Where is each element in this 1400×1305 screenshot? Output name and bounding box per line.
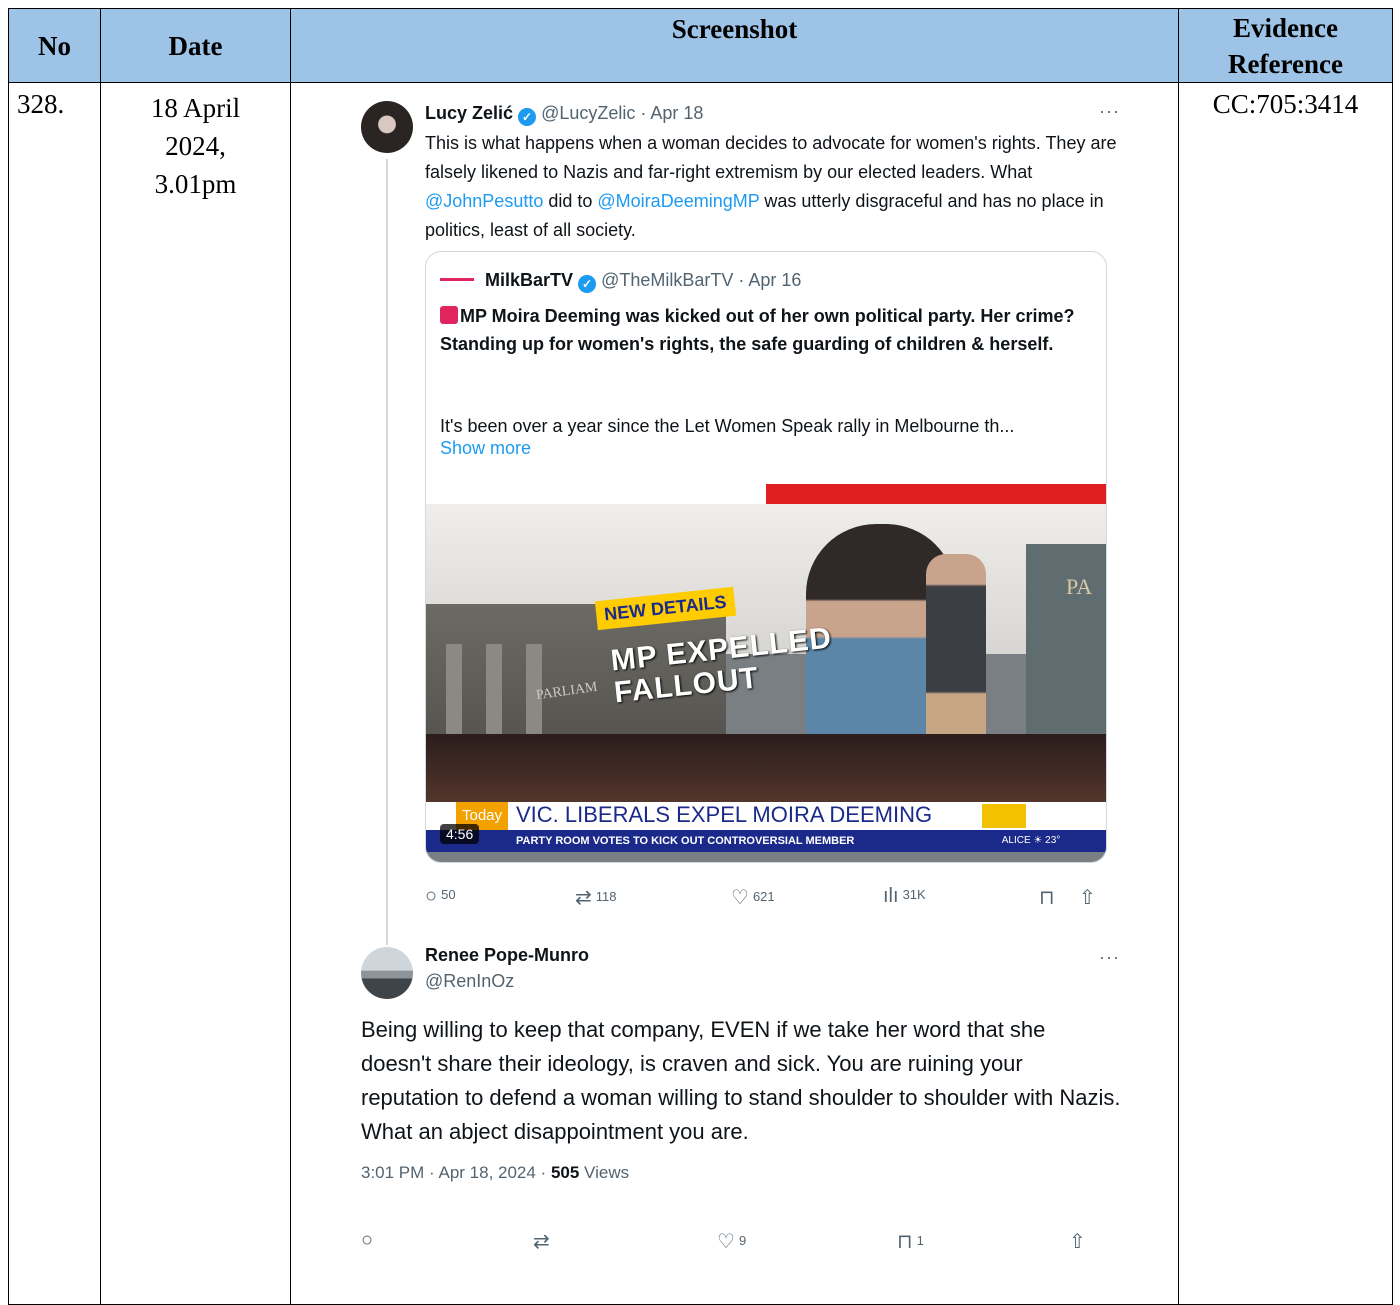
quote-body: It's been over a year since the Let Wome… bbox=[440, 416, 1015, 436]
date-line-1: 18 April bbox=[150, 93, 241, 123]
video-duration: 4:56 bbox=[440, 824, 480, 844]
quote-author-handle[interactable]: @TheMilkBarTV bbox=[601, 270, 733, 290]
tweet-header: Lucy Zelić ✓ @LucyZelic · Apr 18 bbox=[425, 103, 704, 126]
reply-view-count: 505 bbox=[550, 1163, 580, 1182]
header-date: Date bbox=[100, 8, 291, 83]
header-row: No Date Screenshot Evidence Reference bbox=[8, 8, 1393, 83]
bookmark-icon: ⊓ bbox=[1039, 887, 1055, 909]
reply-repost-button[interactable]: ⇄ bbox=[533, 1229, 554, 1254]
reply-author-handle[interactable]: @RenInOz bbox=[425, 971, 514, 992]
reply-like-button[interactable]: ♡ 9 bbox=[717, 1229, 746, 1254]
show-more-link[interactable]: Show more bbox=[440, 438, 531, 459]
news-headline: VIC. LIBERALS EXPEL MOIRA DEEMING bbox=[516, 802, 933, 827]
evidence-sheet: No Date Screenshot Evidence Reference 32… bbox=[8, 8, 1393, 1305]
reply-icon: ○ bbox=[425, 885, 438, 907]
tweet-text: This is what happens when a woman decide… bbox=[425, 133, 1117, 240]
nine-logo-icon bbox=[982, 804, 1026, 828]
quote-header: MilkBarTV ✓ @TheMilkBarTV · Apr 16 bbox=[440, 270, 801, 293]
heart-icon: ♡ bbox=[731, 887, 749, 909]
evidence-row: 328. 18 April 2024, 3.01pm Lucy Zelić ✓ … bbox=[8, 82, 1393, 1305]
share-button[interactable]: ⇧ bbox=[1079, 885, 1100, 910]
more-options-icon[interactable]: ··· bbox=[1099, 101, 1120, 122]
quoted-tweet[interactable]: MilkBarTV ✓ @TheMilkBarTV · Apr 16 MP Mo… bbox=[425, 251, 1107, 863]
evidence-reference: CC:705:3414 bbox=[1178, 82, 1393, 1305]
verified-badge-icon: ✓ bbox=[578, 275, 597, 293]
bookmark-button[interactable]: ⊓ bbox=[1039, 885, 1059, 910]
views-button[interactable]: ılı 31K bbox=[883, 885, 926, 908]
reply-share-button[interactable]: ⇧ bbox=[1069, 1229, 1090, 1254]
renee-avatar[interactable] bbox=[361, 947, 413, 999]
header-screenshot: Screenshot bbox=[290, 8, 1179, 83]
thread-line bbox=[386, 159, 388, 945]
lucy-avatar[interactable] bbox=[361, 101, 413, 153]
repost-icon: ⇄ bbox=[575, 887, 592, 909]
repost-button[interactable]: ⇄ 118 bbox=[575, 885, 617, 910]
heart-icon: ♡ bbox=[717, 1231, 735, 1253]
mention-john-pesutto[interactable]: @JohnPesutto bbox=[425, 191, 543, 211]
row-date: 18 April 2024, 3.01pm bbox=[100, 82, 291, 1305]
reply-meta: 3:01 PM · Apr 18, 2024 · 505 Views bbox=[361, 1163, 630, 1182]
siren-emoji-icon bbox=[440, 306, 458, 324]
quote-author-name[interactable]: MilkBarTV bbox=[485, 270, 573, 290]
share-icon: ⇧ bbox=[1069, 1231, 1086, 1253]
share-icon: ⇧ bbox=[1079, 887, 1096, 909]
date-line-3: 3.01pm bbox=[154, 169, 237, 199]
video-thumbnail[interactable]: PARLIAM PA NEW DETAILS MP EXPELLED FALLO… bbox=[426, 484, 1106, 862]
reply-timestamp[interactable]: 3:01 PM · Apr 18, 2024 · bbox=[361, 1163, 551, 1182]
tweet-screenshot: Lucy Zelić ✓ @LucyZelic · Apr 18 ··· Thi… bbox=[292, 84, 1178, 1304]
header-no: No bbox=[8, 8, 101, 83]
repost-icon: ⇄ bbox=[533, 1231, 550, 1253]
reply-author-name[interactable]: Renee Pope-Munro bbox=[425, 945, 589, 966]
reply-bookmark-button[interactable]: ⊓ 1 bbox=[897, 1229, 924, 1254]
bookmark-icon: ⊓ bbox=[897, 1231, 913, 1253]
verified-badge-icon: ✓ bbox=[518, 108, 537, 126]
tweet-author-handle[interactable]: @LucyZelic bbox=[541, 103, 635, 123]
like-button[interactable]: ♡ 621 bbox=[731, 885, 775, 910]
tweet-author-name[interactable]: Lucy Zelić bbox=[425, 103, 513, 123]
evidence-table: No Date Screenshot Evidence Reference 32… bbox=[8, 8, 1393, 1305]
mention-moira-deeming[interactable]: @MoiraDeemingMP bbox=[597, 191, 759, 211]
quote-date: Apr 16 bbox=[748, 270, 802, 290]
header-evidence-reference: Evidence Reference bbox=[1178, 8, 1393, 83]
reply-text: Being willing to keep that company, EVEN… bbox=[361, 1017, 1121, 1144]
row-number: 328. bbox=[8, 82, 101, 1305]
reply-more-options-icon[interactable]: ··· bbox=[1099, 947, 1120, 968]
reply-reply-button[interactable]: ○ bbox=[361, 1229, 377, 1252]
screenshot-cell: Lucy Zelić ✓ @LucyZelic · Apr 18 ··· Thi… bbox=[290, 82, 1179, 1305]
views-icon: ılı bbox=[883, 885, 899, 907]
tweet-date[interactable]: Apr 18 bbox=[650, 103, 703, 123]
quote-bold-text: MP Moira Deeming was kicked out of her o… bbox=[440, 306, 1075, 354]
date-line-2: 2024, bbox=[165, 131, 226, 161]
wall-text: PA bbox=[1066, 574, 1093, 599]
reply-icon: ○ bbox=[361, 1229, 374, 1251]
weather-label: ALICE ☀ 23° bbox=[981, 830, 1081, 852]
milkbar-logo-icon bbox=[440, 278, 474, 281]
reply-button[interactable]: ○ 50 bbox=[425, 885, 456, 908]
